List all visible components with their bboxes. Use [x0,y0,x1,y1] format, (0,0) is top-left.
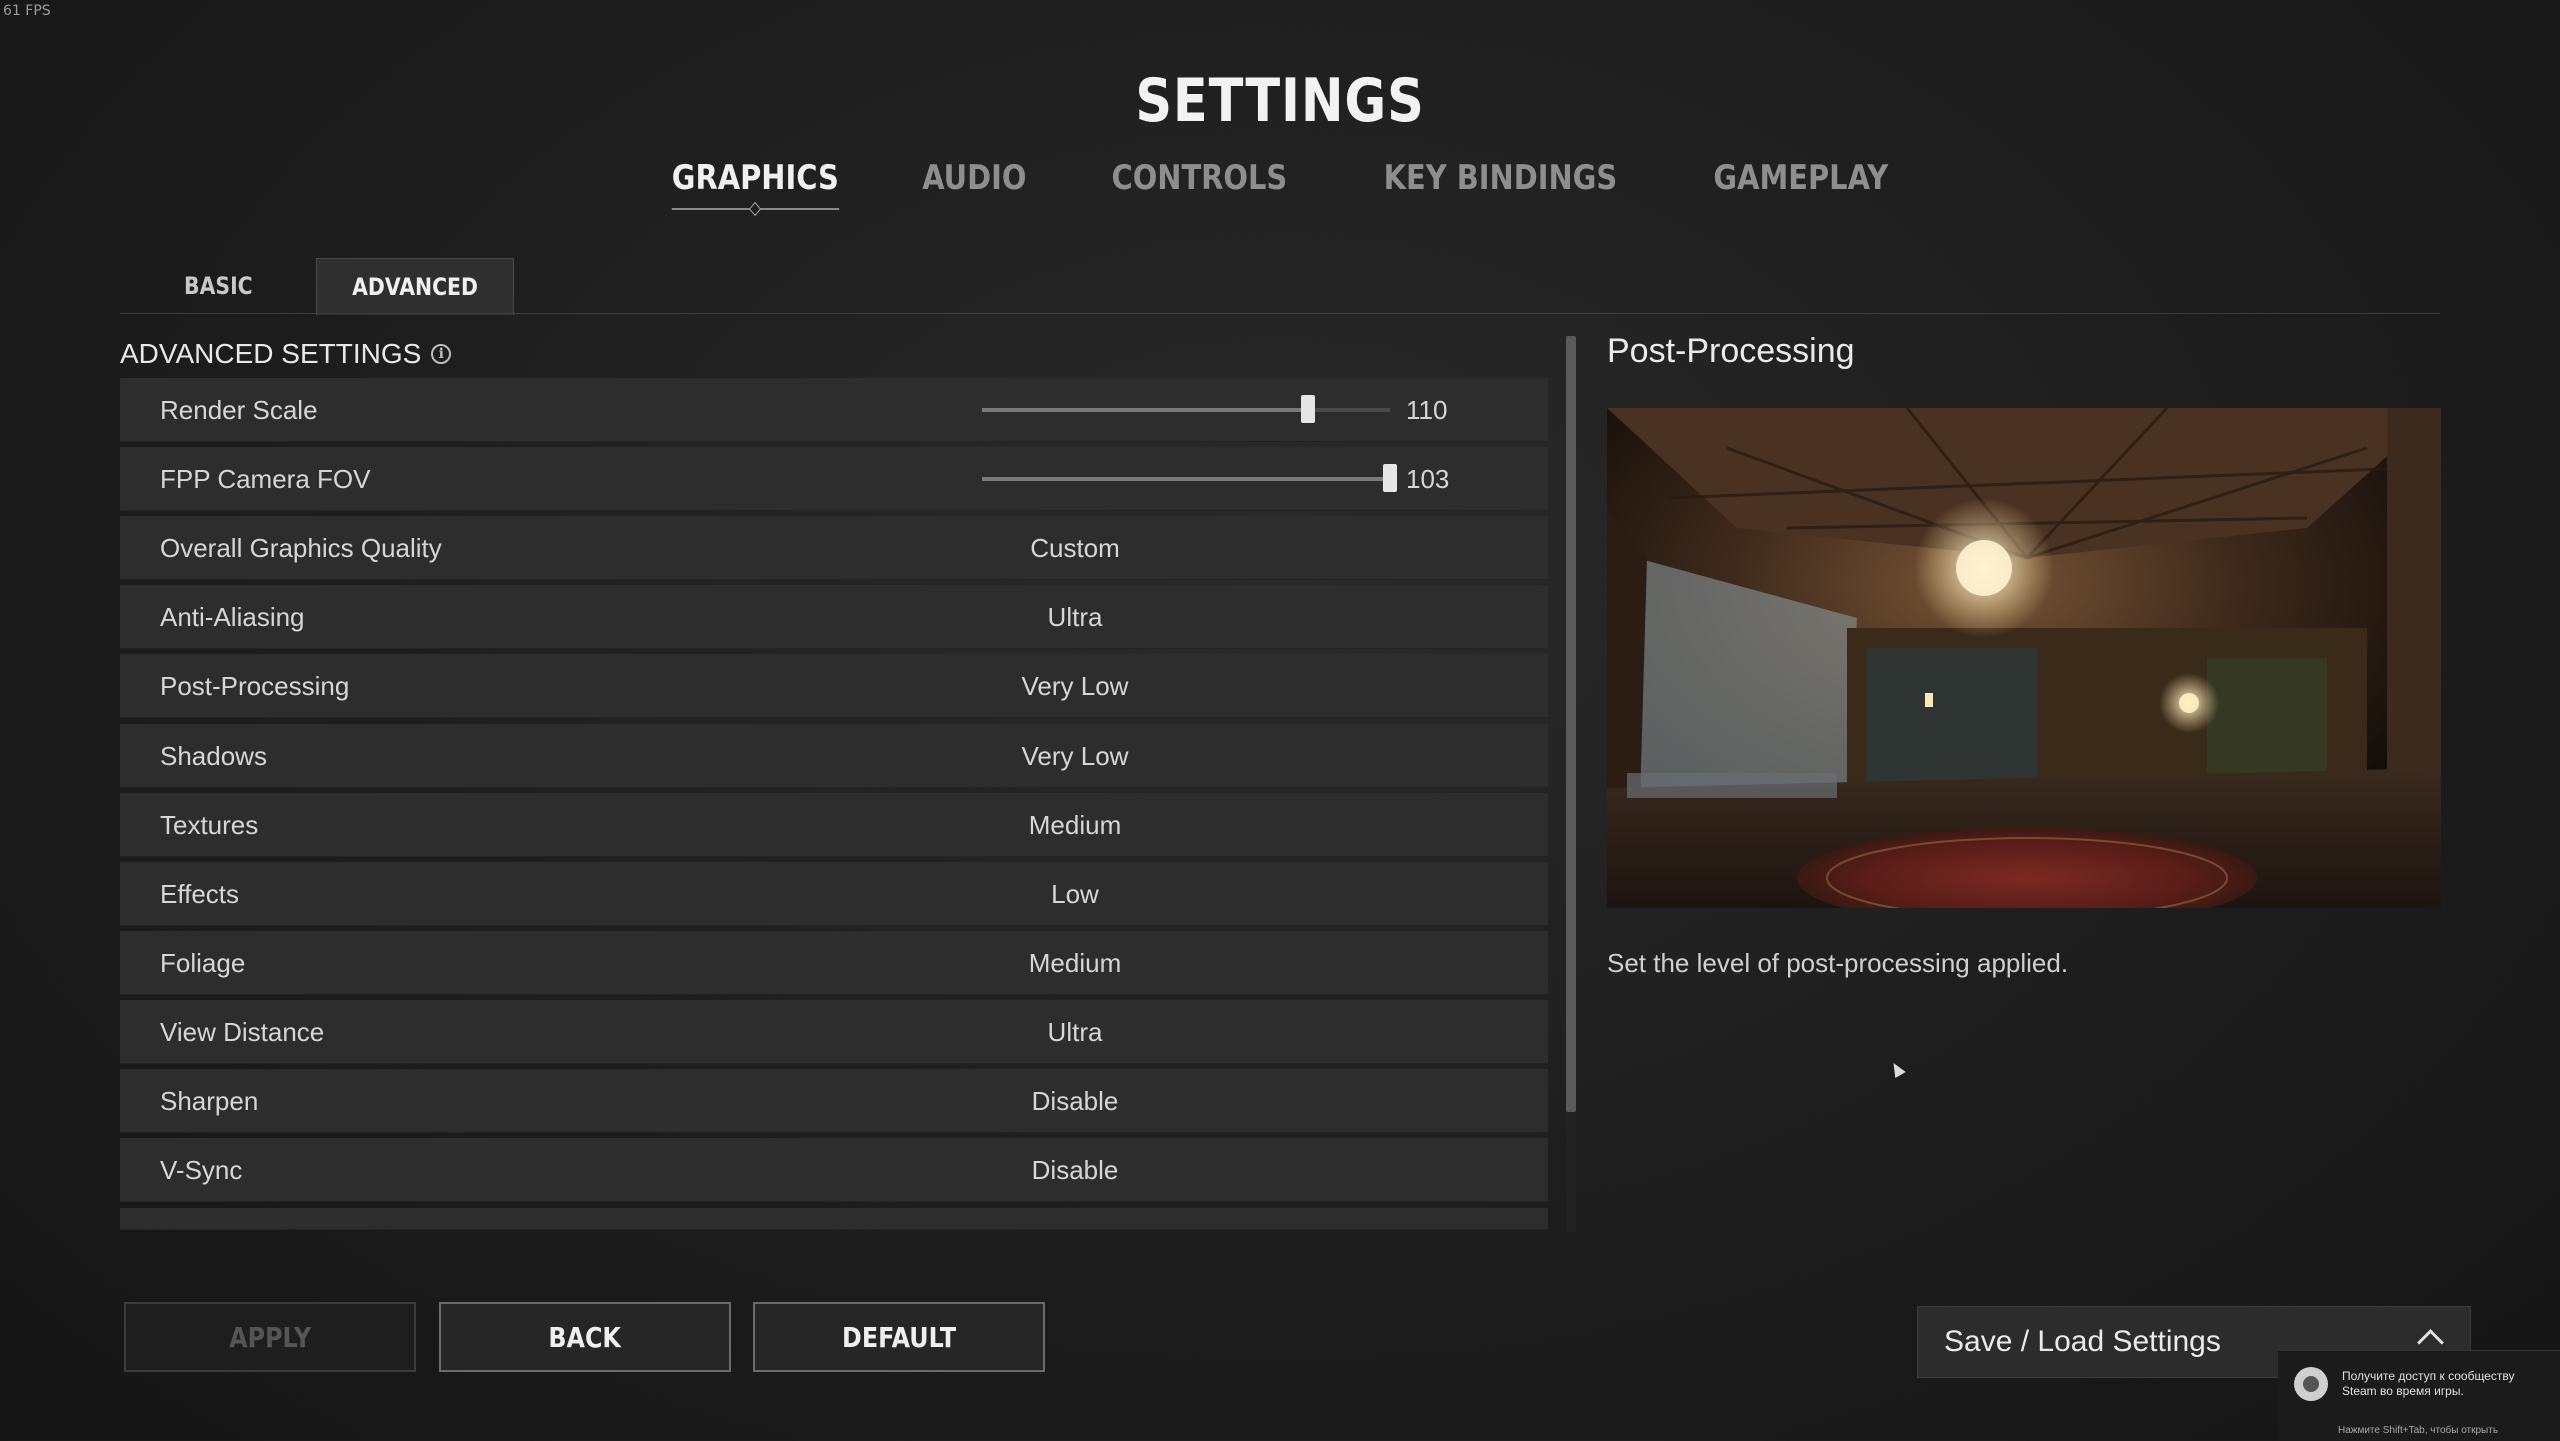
sub-tabs: BASIC ADVANCED [120,258,514,315]
setting-row-fpp-fov: FPP Camera FOV 103 [120,447,1548,511]
setting-label: Foliage [160,948,246,978]
default-button-label: DEFAULT [841,1320,957,1354]
preview-image [1607,408,2441,908]
apply-button[interactable]: APPLY [124,1302,416,1372]
slider-fill [982,477,1390,481]
subtab-advanced-label: ADVANCED [352,273,478,301]
tab-key-bindings[interactable]: KEY BINDINGS [1383,158,1617,198]
subtab-advanced[interactable]: ADVANCED [316,258,514,315]
setting-value[interactable]: Very Low [842,724,1308,788]
setting-label: Shadows [160,741,267,771]
steam-icon [2294,1367,2328,1401]
setting-row-vsync[interactable]: V-Sync Disable [120,1138,1548,1202]
setting-label: Effects [160,879,240,909]
setting-row-sharpen[interactable]: Sharpen Disable [120,1069,1548,1133]
fps-counter: 61 FPS [3,3,51,19]
subtab-basic[interactable]: BASIC [120,258,316,314]
section-heading-text: ADVANCED SETTINGS [120,338,422,369]
setting-row-post-processing[interactable]: Post-Processing Very Low [120,654,1548,718]
setting-row-shadows[interactable]: Shadows Very Low [120,724,1548,788]
detail-title: Post-Processing [1607,332,1855,370]
setting-value[interactable]: Ultra [842,1000,1308,1064]
page-title: SETTINGS [1135,66,1425,136]
apply-button-label: APPLY [229,1320,311,1354]
setting-row-partial[interactable] [120,1208,1548,1230]
steam-notification-hint: Нажмите Shift+Tab, чтобы открыть [2338,1425,2499,1436]
detail-description: Set the level of post-processing applied… [1607,948,2069,978]
setting-label: Textures [160,810,259,840]
setting-label: Post-Processing [160,671,350,701]
setting-value[interactable]: Ultra [842,585,1308,649]
section-heading: ADVANCED SETTINGS i [120,338,452,370]
slider-thumb[interactable] [1383,464,1397,492]
tab-divider [120,313,2440,314]
fov-slider[interactable] [982,464,1397,492]
subtab-basic-label: BASIC [183,272,253,300]
setting-row-foliage[interactable]: Foliage Medium [120,931,1548,995]
setting-row-anti-aliasing[interactable]: Anti-Aliasing Ultra [120,585,1548,649]
setting-label: Sharpen [160,1086,259,1116]
setting-value[interactable]: Medium [842,793,1308,857]
steam-notification-text: Получите доступ к сообществу Steam во вр… [2342,1369,2515,1398]
tab-gameplay[interactable]: GAMEPLAY [1713,158,1888,198]
setting-value[interactable]: Custom [842,516,1308,580]
tab-audio[interactable]: AUDIO [923,158,1027,198]
setting-value[interactable]: Very Low [842,654,1308,718]
setting-row-view-distance[interactable]: View Distance Ultra [120,1000,1548,1064]
back-button[interactable]: BACK [439,1302,731,1372]
setting-label: V-Sync [160,1155,243,1185]
save-load-label: Save / Load Settings [1944,1325,2221,1358]
setting-row-overall-quality[interactable]: Overall Graphics Quality Custom [120,516,1548,580]
back-button-label: BACK [548,1320,622,1354]
setting-value: 103 [1406,464,1450,494]
slider-thumb[interactable] [1301,395,1316,423]
setting-row-effects[interactable]: Effects Low [120,862,1548,926]
setting-value: 110 [1406,395,1448,425]
setting-value[interactable]: Disable [842,1069,1308,1133]
tab-controls[interactable]: CONTROLS [1112,158,1288,198]
steam-overlay-notification[interactable]: Получите доступ к сообществу Steam во вр… [2278,1350,2560,1441]
setting-value[interactable]: Disable [842,1138,1308,1202]
preview-scene [1607,408,2441,908]
setting-row-render-scale: Render Scale 110 [120,378,1548,442]
mouse-cursor-icon [1888,1059,1906,1079]
settings-scrollbar[interactable] [1566,336,1576,1232]
scrollbar-thumb[interactable] [1566,336,1576,1112]
settings-list[interactable]: Render Scale 110 FPP Camera FOV 103 Over… [120,378,1548,1232]
slider-fill [982,408,1309,412]
setting-label: View Distance [160,1017,325,1047]
main-tabs: GRAPHICS AUDIO CONTROLS KEY BINDINGS GAM… [0,158,2560,210]
default-button[interactable]: DEFAULT [753,1302,1045,1372]
tab-graphics[interactable]: GRAPHICS [671,158,839,210]
render-scale-slider[interactable] [982,395,1390,423]
setting-label: Overall Graphics Quality [160,533,442,563]
setting-label: FPP Camera FOV [160,464,371,494]
setting-label: Anti-Aliasing [160,602,305,632]
setting-value[interactable]: Medium [842,931,1308,995]
setting-label: Render Scale [160,395,318,425]
info-icon[interactable]: i [431,344,452,364]
setting-row-textures[interactable]: Textures Medium [120,793,1548,857]
setting-value[interactable]: Low [842,862,1308,926]
